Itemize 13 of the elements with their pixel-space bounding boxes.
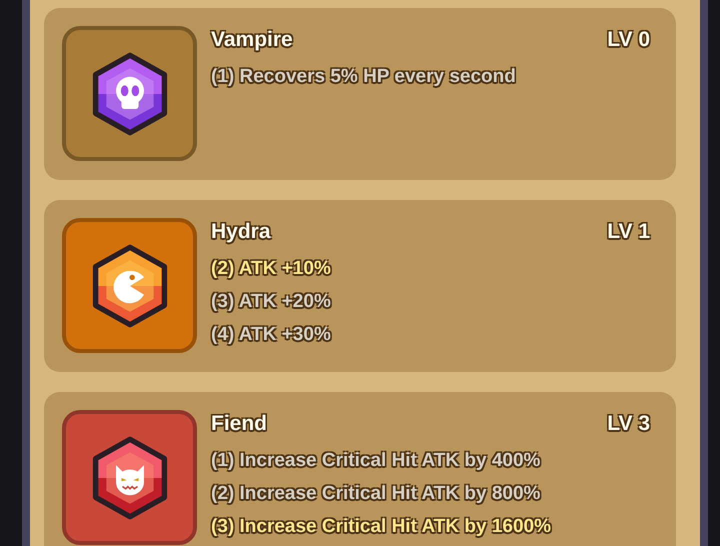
skill-name: Hydra xyxy=(211,219,271,245)
skill-level: LV 3 xyxy=(607,411,650,437)
skill-name: Fiend xyxy=(211,411,267,437)
effect-text: (1) Increase Critical Hit ATK by 400% xyxy=(211,450,540,472)
effect-text: (1) Recovers 5% HP every second xyxy=(211,66,516,88)
effect-text: (3) Increase Critical Hit ATK by 1600% xyxy=(211,516,552,538)
effect-text: (3) ATK +20% xyxy=(211,291,331,313)
skill-name: Vampire xyxy=(211,27,293,53)
effect-text: (2) ATK +10% xyxy=(211,258,331,280)
skill-level: LV 1 xyxy=(607,219,650,245)
effect-text: (4) ATK +30% xyxy=(211,324,331,346)
effect-text: (2) Increase Critical Hit ATK by 800% xyxy=(211,483,540,505)
skill-level: LV 0 xyxy=(607,27,650,53)
